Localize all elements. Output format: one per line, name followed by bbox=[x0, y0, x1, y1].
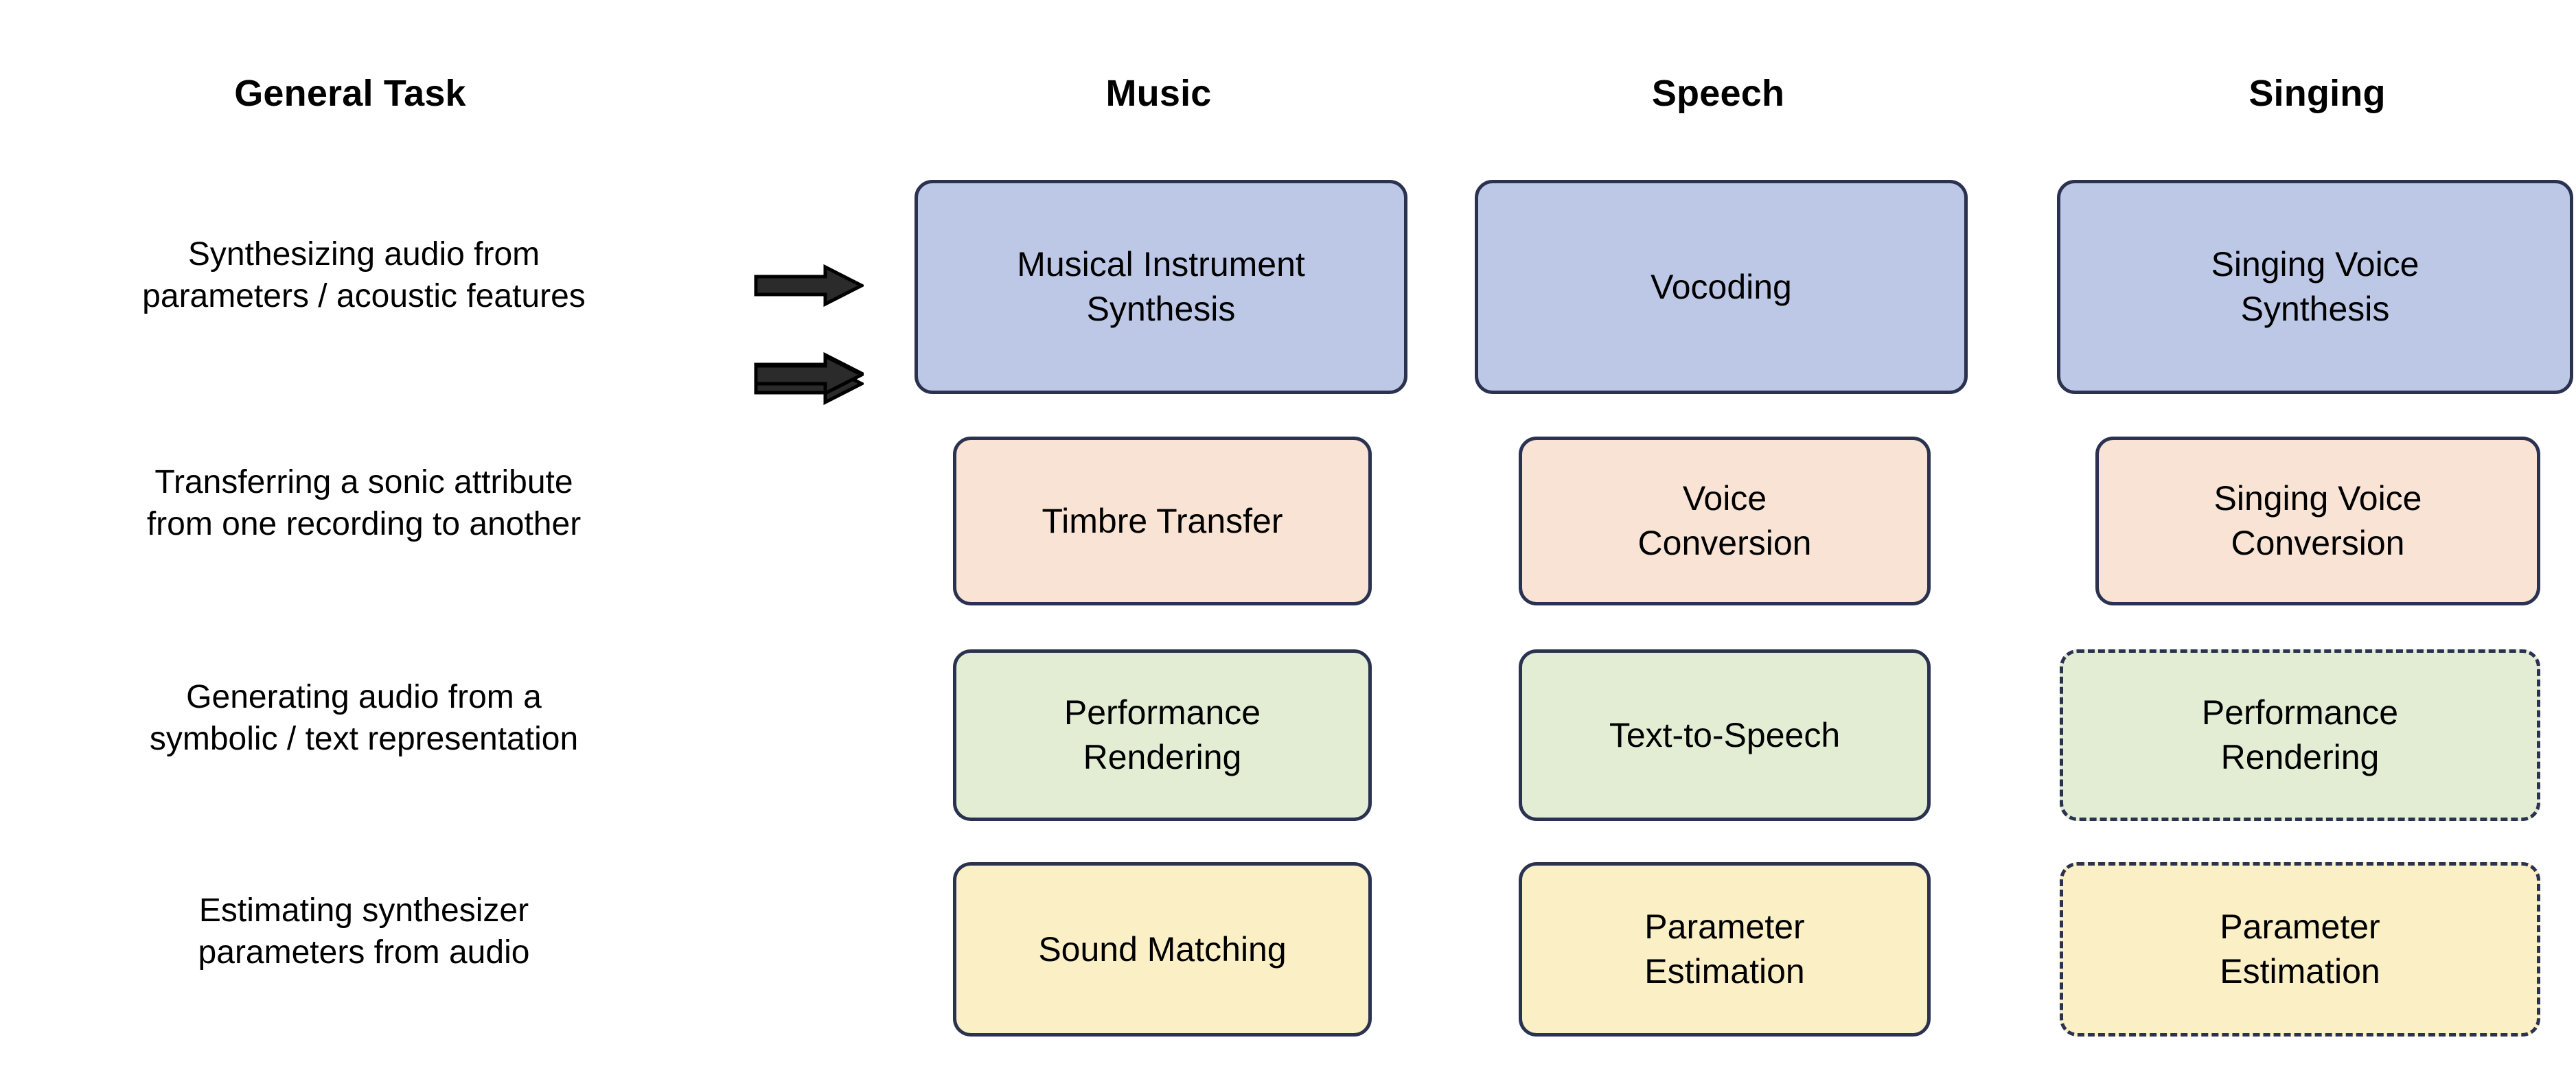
right-arrow-icon bbox=[754, 264, 864, 307]
task-box-line: Rendering bbox=[2220, 738, 2380, 776]
task-label-line: Estimating synthesizer bbox=[198, 892, 529, 929]
task-box-line: Parameter bbox=[2220, 907, 2380, 946]
task-box-line: Singing Voice bbox=[2211, 245, 2419, 283]
task-box-speech-synthesis[interactable]: Vocoding bbox=[1475, 180, 1968, 394]
task-label-row-4: Estimating synthesizer parameters from a… bbox=[14, 890, 714, 974]
task-label-line: Transferring a sonic attribute bbox=[154, 464, 573, 500]
task-label-row-3: Generating audio from a symbolic / text … bbox=[14, 676, 714, 761]
task-box-line: Conversion bbox=[1637, 524, 1812, 562]
task-label-row-1: Synthesizing audio from parameters / aco… bbox=[14, 233, 714, 318]
task-box-music-synthesis[interactable]: Musical Instrument Synthesis bbox=[915, 180, 1407, 394]
task-box-singing-transfer[interactable]: Singing Voice Conversion bbox=[2095, 437, 2540, 605]
task-box-line: Timbre Transfer bbox=[1042, 501, 1283, 540]
right-arrow-icon bbox=[754, 354, 864, 396]
task-box-line: Voice bbox=[1682, 479, 1767, 518]
task-box-speech-parameter[interactable]: Parameter Estimation bbox=[1519, 862, 1931, 1037]
task-box-singing-parameter[interactable]: Parameter Estimation bbox=[2060, 862, 2540, 1037]
task-label-row-2: Transferring a sonic attribute from one … bbox=[14, 461, 714, 546]
task-box-line: Text-to-Speech bbox=[1609, 715, 1841, 754]
column-header-music: Music bbox=[1105, 73, 1212, 114]
task-box-music-transfer[interactable]: Timbre Transfer bbox=[953, 437, 1372, 605]
task-box-line: Singing Voice bbox=[2213, 479, 2422, 518]
task-label-line: parameters / acoustic features bbox=[142, 278, 586, 315]
task-label-line: parameters from audio bbox=[198, 934, 530, 971]
task-label-line: from one recording to another bbox=[146, 506, 582, 543]
task-box-music-parameter[interactable]: Sound Matching bbox=[953, 862, 1372, 1037]
task-box-line: Synthesis bbox=[1086, 290, 1236, 328]
column-header-speech: Speech bbox=[1651, 73, 1785, 114]
task-box-line: Vocoding bbox=[1651, 267, 1792, 306]
task-box-line: Performance bbox=[1063, 693, 1261, 732]
task-label-line: Generating audio from a bbox=[186, 679, 542, 715]
task-box-singing-symbolic[interactable]: Performance Rendering bbox=[2060, 649, 2540, 821]
task-box-line: Estimation bbox=[2220, 952, 2380, 991]
task-box-line: Rendering bbox=[1083, 738, 1242, 776]
column-header-general-task: General Task bbox=[234, 73, 466, 114]
task-box-line: Performance bbox=[2201, 693, 2399, 732]
column-header-singing: Singing bbox=[2249, 73, 2386, 114]
task-taxonomy-diagram: General Task Music Speech Singing Synthe… bbox=[0, 0, 2576, 1088]
task-box-line: Sound Matching bbox=[1038, 929, 1287, 969]
task-label-line: Synthesizing audio from bbox=[187, 236, 540, 273]
task-box-speech-symbolic[interactable]: Text-to-Speech bbox=[1519, 649, 1931, 821]
task-box-singing-synthesis[interactable]: Singing Voice Synthesis bbox=[2057, 180, 2573, 394]
task-box-line: Conversion bbox=[2231, 524, 2405, 562]
task-box-speech-transfer[interactable]: Voice Conversion bbox=[1519, 437, 1931, 605]
task-box-line: Parameter bbox=[1644, 907, 1805, 946]
task-label-line: symbolic / text representation bbox=[149, 721, 579, 758]
task-box-music-symbolic[interactable]: Performance Rendering bbox=[953, 649, 1372, 821]
task-box-line: Estimation bbox=[1644, 952, 1805, 991]
task-box-line: Synthesis bbox=[2240, 290, 2390, 328]
task-box-line: Musical Instrument bbox=[1017, 245, 1305, 283]
